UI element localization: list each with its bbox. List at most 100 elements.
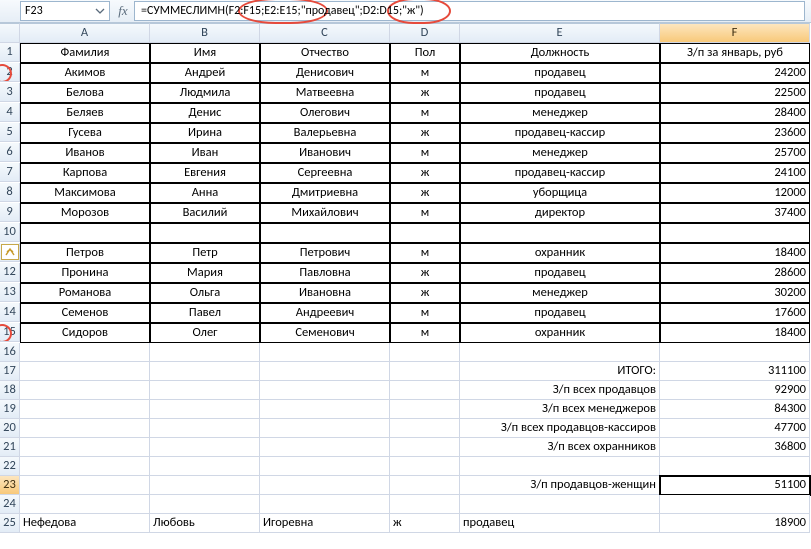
cell-B11[interactable]: Петр (150, 243, 260, 263)
row-header-20[interactable]: 20 (0, 419, 20, 438)
cell-F3[interactable]: 22500 (660, 83, 810, 103)
row-header-12[interactable]: 12 (0, 263, 20, 282)
cell-C8[interactable]: Дмитриевна (260, 183, 390, 203)
cell-blank-19-3[interactable] (390, 400, 460, 419)
row-header-2[interactable]: 2 (0, 63, 20, 82)
name-box[interactable]: F23 (20, 1, 110, 21)
cell-E8[interactable]: уборщица (460, 183, 660, 203)
cell-E18[interactable]: З/п всех продавцов (460, 381, 660, 400)
cell-E10[interactable] (460, 223, 660, 243)
cell-E2[interactable]: продавец (460, 63, 660, 83)
cell-E5[interactable]: продавец-кассир (460, 123, 660, 143)
cell-blank-16-5[interactable] (660, 343, 810, 362)
cell-blank-20-2[interactable] (260, 419, 390, 438)
cell-blank-17-0[interactable] (20, 362, 150, 381)
cell-D1[interactable]: Пол (390, 43, 460, 63)
cell-B12[interactable]: Мария (150, 263, 260, 283)
cell-D13[interactable]: ж (390, 283, 460, 303)
cell-E7[interactable]: продавец-кассир (460, 163, 660, 183)
cell-B8[interactable]: Анна (150, 183, 260, 203)
cell-blank-17-3[interactable] (390, 362, 460, 381)
cell-F21[interactable]: 36800 (660, 438, 810, 457)
cell-B3[interactable]: Людмила (150, 83, 260, 103)
cell-blank-24-5[interactable] (660, 495, 810, 514)
cell-blank-24-4[interactable] (460, 495, 660, 514)
row-header-24[interactable]: 24 (0, 495, 20, 514)
cell-blank-23-1[interactable] (150, 476, 260, 495)
row-header-9[interactable]: 9 (0, 203, 20, 222)
cell-blank-17-1[interactable] (150, 362, 260, 381)
cell-F10[interactable] (660, 223, 810, 243)
cell-blank-23-3[interactable] (390, 476, 460, 495)
cell-blank-22-3[interactable] (390, 457, 460, 476)
cell-blank-24-3[interactable] (390, 495, 460, 514)
cell-C1[interactable]: Отчество (260, 43, 390, 63)
smart-tag-icon[interactable] (1, 244, 19, 260)
col-header-E[interactable]: E (460, 23, 660, 43)
cell-blank-19-2[interactable] (260, 400, 390, 419)
row-header-1[interactable]: 1 (0, 43, 20, 62)
cell-E12[interactable]: продавец (460, 263, 660, 283)
row-header-4[interactable]: 4 (0, 103, 20, 122)
cell-blank-20-3[interactable] (390, 419, 460, 438)
cell-F13[interactable]: 30200 (660, 283, 810, 303)
formula-input[interactable]: =СУММЕСЛИМН(F2:F15;E2:E15;"продавец";D2:… (134, 1, 805, 21)
cell-blank-23-0[interactable] (20, 476, 150, 495)
cell-D4[interactable]: м (390, 103, 460, 123)
cell-B9[interactable]: Василий (150, 203, 260, 223)
row-header-14[interactable]: 14 (0, 303, 20, 322)
cell-D12[interactable]: ж (390, 263, 460, 283)
cell-D9[interactable]: м (390, 203, 460, 223)
cell-F11[interactable]: 18400 (660, 243, 810, 263)
row-header-16[interactable]: 16 (0, 343, 20, 362)
cell-B1[interactable]: Имя (150, 43, 260, 63)
cell-C15[interactable]: Семенович (260, 323, 390, 343)
cell-blank-19-1[interactable] (150, 400, 260, 419)
cell-E17[interactable]: ИТОГО: (460, 362, 660, 381)
cell-blank-20-1[interactable] (150, 419, 260, 438)
cell-A12[interactable]: Пронина (20, 263, 150, 283)
row-header-19[interactable]: 19 (0, 400, 20, 419)
cell-D11[interactable]: м (390, 243, 460, 263)
cell-F5[interactable]: 23600 (660, 123, 810, 143)
cell-C10[interactable] (260, 223, 390, 243)
cell-E9[interactable]: директор (460, 203, 660, 223)
row-header-21[interactable]: 21 (0, 438, 20, 457)
cell-B7[interactable]: Евгения (150, 163, 260, 183)
row-header-6[interactable]: 6 (0, 143, 20, 162)
cell-E4[interactable]: менеджер (460, 103, 660, 123)
row-header-25[interactable]: 25 (0, 514, 20, 533)
cell-F20[interactable]: 47700 (660, 419, 810, 438)
row-header-15[interactable]: 15 (0, 323, 20, 342)
cell-blank-20-0[interactable] (20, 419, 150, 438)
row-header-18[interactable]: 18 (0, 381, 20, 400)
cell-blank-18-1[interactable] (150, 381, 260, 400)
cell-blank-16-0[interactable] (20, 343, 150, 362)
cell-F12[interactable]: 28600 (660, 263, 810, 283)
cell-F19[interactable]: 84300 (660, 400, 810, 419)
cell-A6[interactable]: Иванов (20, 143, 150, 163)
cell-blank-24-0[interactable] (20, 495, 150, 514)
cell-B2[interactable]: Андрей (150, 63, 260, 83)
cell-blank-16-2[interactable] (260, 343, 390, 362)
cell-blank-21-2[interactable] (260, 438, 390, 457)
cell-B15[interactable]: Олег (150, 323, 260, 343)
cell-blank-16-4[interactable] (460, 343, 660, 362)
cell-A15[interactable]: Сидоров (20, 323, 150, 343)
select-all-corner[interactable] (0, 23, 20, 43)
row-header-22[interactable]: 22 (0, 457, 20, 476)
row-header-11[interactable]: 11 (0, 243, 20, 262)
cell-C13[interactable]: Ивановна (260, 283, 390, 303)
cell-F14[interactable]: 17600 (660, 303, 810, 323)
row-header-17[interactable]: 17 (0, 362, 20, 381)
col-header-D[interactable]: D (390, 23, 460, 43)
cell-F23[interactable]: 51100 (660, 476, 810, 495)
cell-C5[interactable]: Валерьевна (260, 123, 390, 143)
spreadsheet-grid[interactable]: A B C D E F 1ФамилияИмяОтчествоПолДолжно… (0, 23, 811, 533)
cell-E21[interactable]: З/п всех охранников (460, 438, 660, 457)
cell-A1[interactable]: Фамилия (20, 43, 150, 63)
cell-A10[interactable] (20, 223, 150, 243)
cell-B10[interactable] (150, 223, 260, 243)
cell-D8[interactable]: ж (390, 183, 460, 203)
cell-B25[interactable]: Любовь (150, 514, 260, 533)
